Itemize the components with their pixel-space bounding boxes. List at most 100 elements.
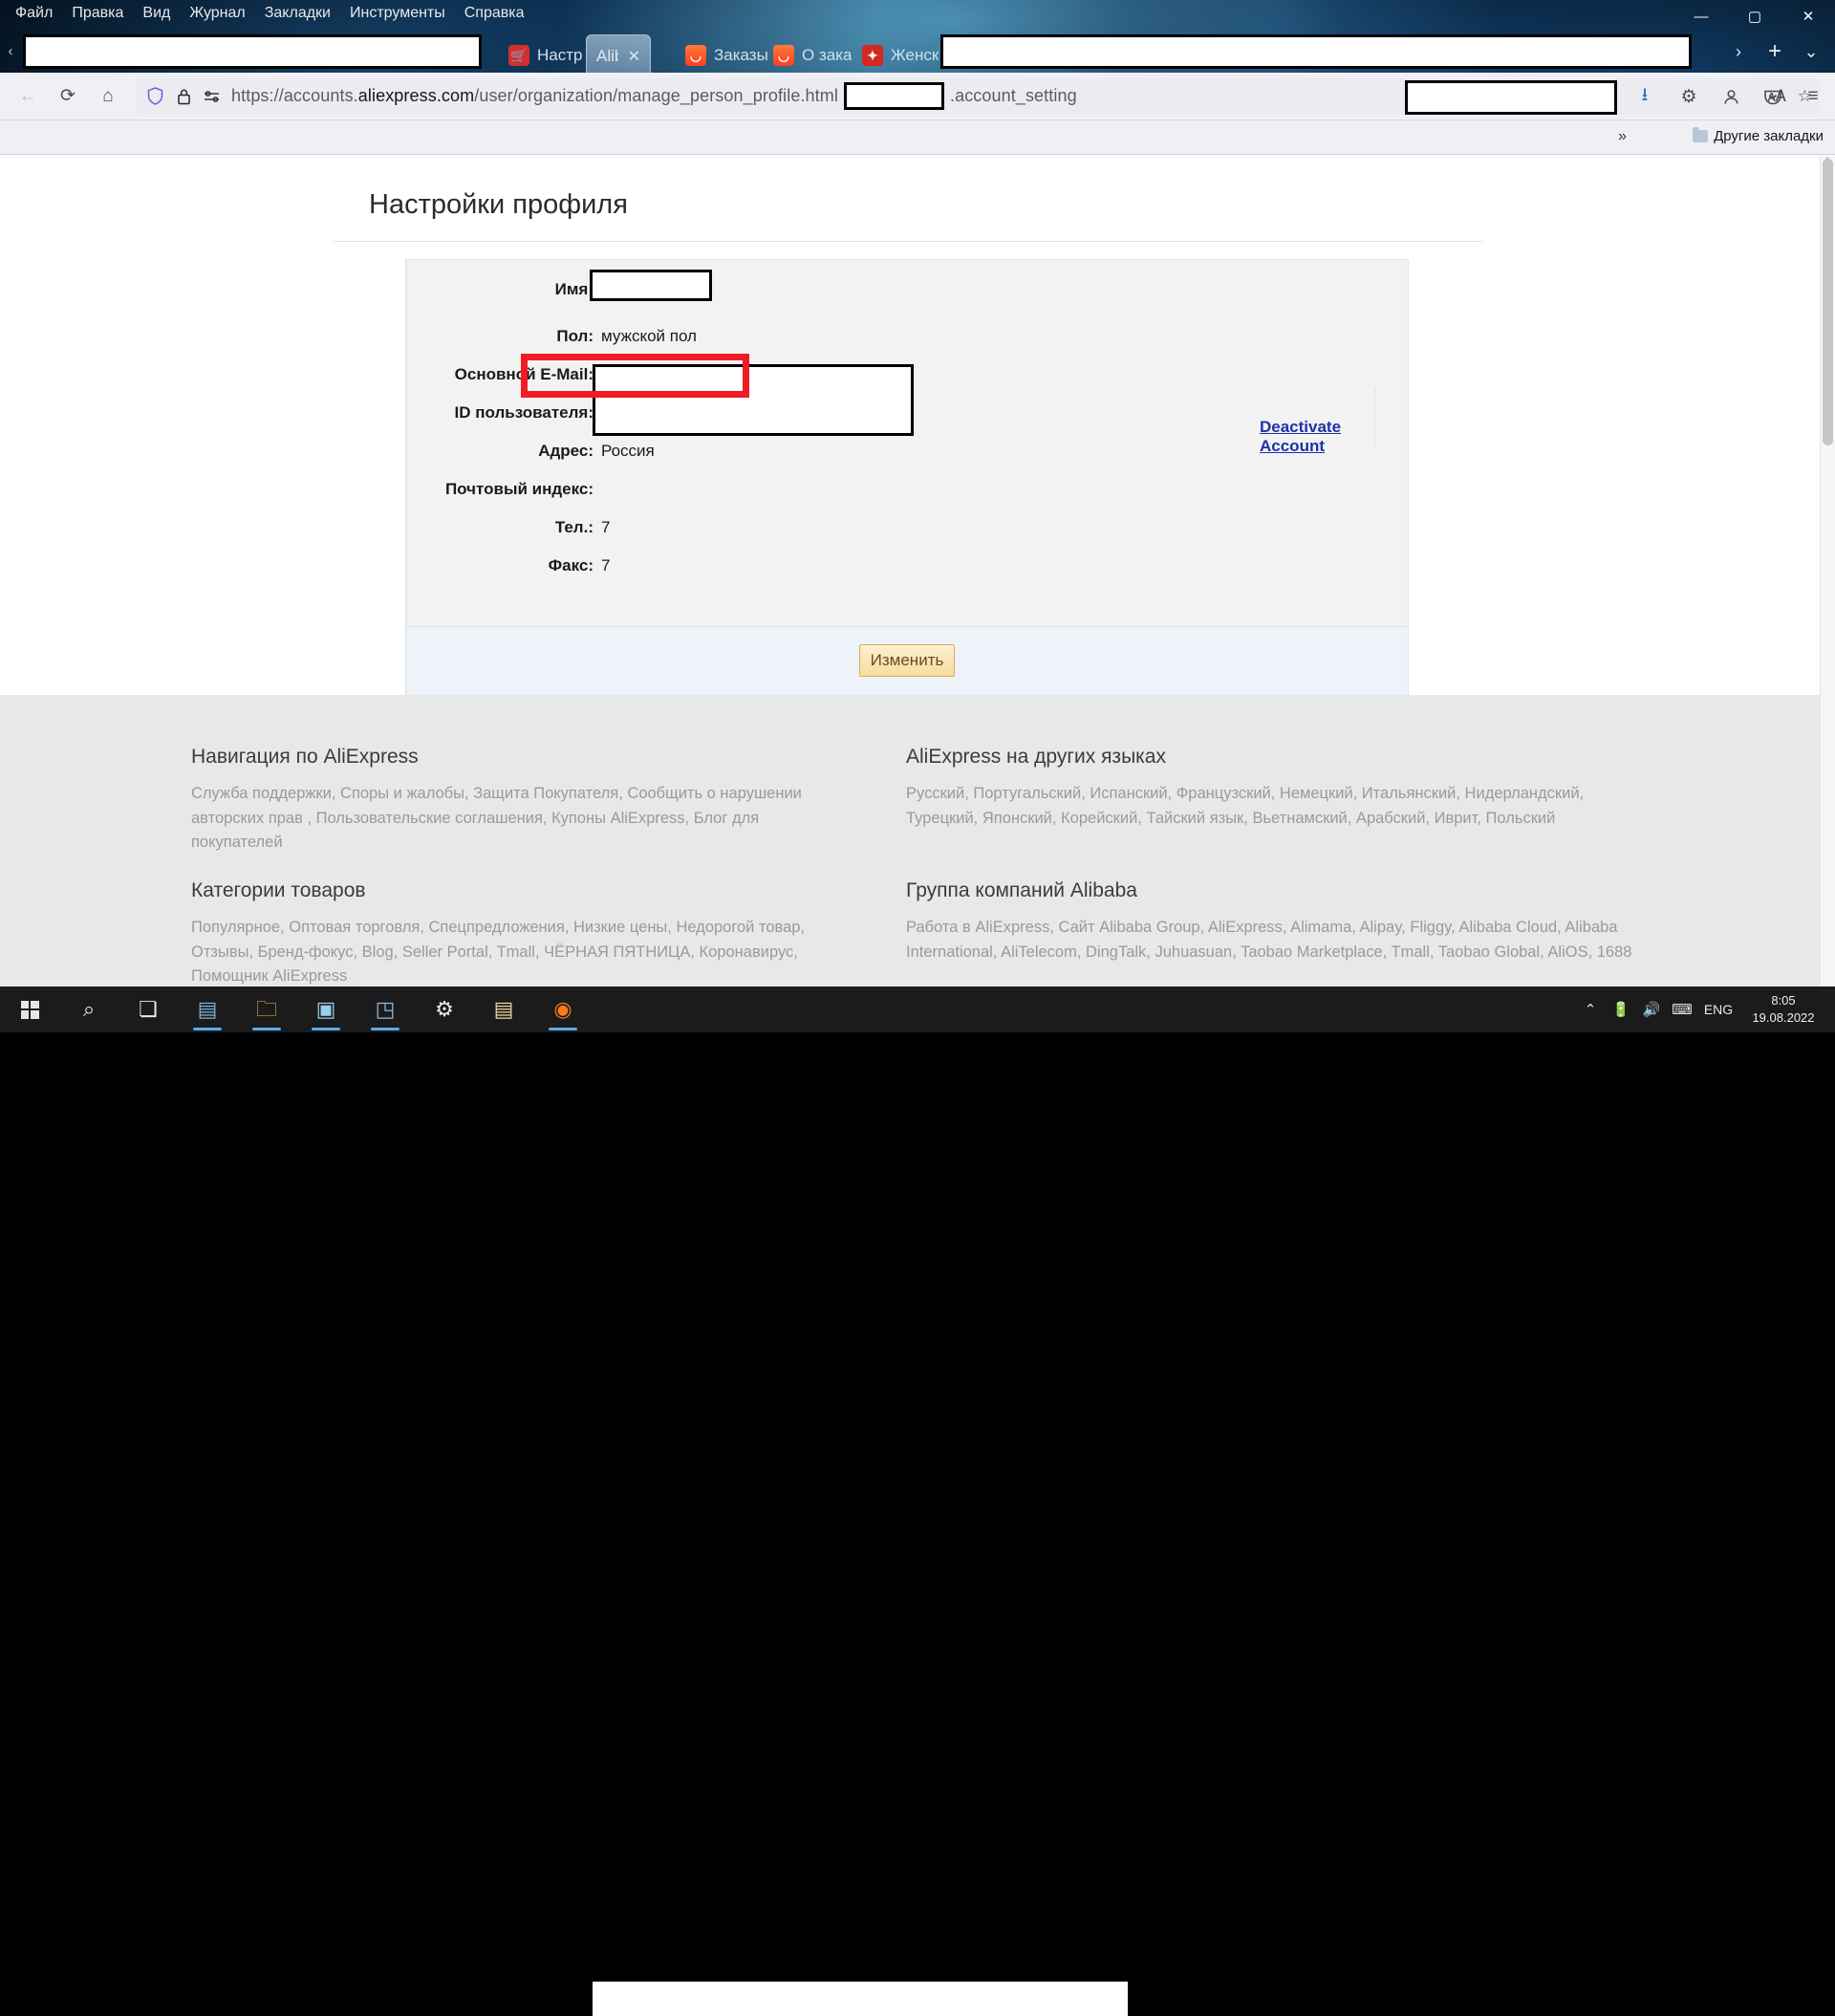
page-scrollbar-thumb[interactable] — [1823, 159, 1833, 445]
menu-item-help[interactable]: Справка — [455, 3, 534, 24]
tab-scroll-right-icon[interactable]: › — [1722, 36, 1755, 67]
field-label-fax: Факс: — [406, 556, 594, 575]
menu-item-view-label: Вид — [142, 5, 170, 21]
tab-o-zakaze[interactable]: ◡ О зака — [762, 36, 863, 75]
account-button[interactable] — [1713, 78, 1749, 115]
page-content: Настройки профиля Имя: Пол: мужской пол … — [0, 155, 1835, 986]
tab-zhenskoe[interactable]: ✦ Женск — [851, 36, 950, 75]
menu-item-tools[interactable]: Инструменты — [340, 3, 455, 24]
tab-label: О зака — [802, 46, 852, 65]
change-button[interactable]: Изменить — [859, 644, 955, 677]
window-minimize-button[interactable]: — — [1674, 0, 1728, 33]
url-path-suffix: .account_setting — [950, 86, 1077, 106]
page-scrollbar-track[interactable]: ▲ — [1820, 155, 1835, 986]
footer-links-text[interactable]: Работа в AliExpress, Сайт Alibaba Group,… — [906, 916, 1632, 965]
clock-time: 8:05 — [1739, 992, 1827, 1009]
field-value-phone: 7 — [601, 518, 610, 537]
footer-links-text[interactable]: Служба поддержки, Споры и жалобы, Защита… — [191, 782, 841, 856]
bookmarks-overflow-label: » — [1618, 128, 1627, 144]
search-icon: ⌕ — [83, 999, 95, 1020]
home-button[interactable]: ⌂ — [90, 78, 126, 115]
pocket-button[interactable] — [1755, 78, 1791, 115]
footer-heading: Категории товаров — [191, 879, 851, 902]
field-row-phone: Тел.: 7 — [406, 518, 1408, 556]
aliexpress-icon: ◡ — [773, 45, 794, 66]
footer-links-text[interactable]: Русский, Португальский, Испанский, Франц… — [906, 782, 1632, 831]
tab-scroll-left-icon[interactable]: ‹ — [2, 40, 19, 61]
tab-close-icon[interactable]: ✕ — [628, 47, 640, 66]
chevron-up-icon: ⌃ — [1585, 1001, 1597, 1018]
shield-icon[interactable] — [145, 87, 164, 105]
window-maximize-button[interactable]: ▢ — [1728, 0, 1781, 33]
windows-taskbar: ⌕ ❏ ▤ 🗀 ▣ ◳ ⚙ ▤ ◉ ⌃ 🔋 🔊 ⌨ ENG 8:05 19.08… — [0, 986, 1835, 1032]
home-icon: ⌂ — [102, 86, 113, 107]
list-all-tabs-button[interactable]: ⌄ — [1795, 36, 1827, 67]
clock[interactable]: 8:05 19.08.2022 — [1739, 992, 1827, 1026]
footer-column-categories: Категории товаров Популярное, Оптовая то… — [191, 879, 851, 986]
site-footer: Навигация по AliExpress Служба поддержки… — [0, 695, 1820, 986]
app-menu-button[interactable]: ≡ — [1795, 78, 1831, 115]
tab-alibaba-active[interactable]: Alibaba ✕ — [586, 34, 651, 76]
window-close-button[interactable]: ✕ — [1781, 0, 1835, 33]
navigation-toolbar: ← ⟳ ⌂ https://accounts.aliexpress.com/us… — [0, 73, 1835, 120]
reload-button[interactable]: ⟳ — [50, 78, 86, 115]
gear-icon: ⚙ — [1680, 86, 1696, 108]
clock-date: 19.08.2022 — [1739, 1009, 1827, 1027]
field-value-address: Россия — [601, 442, 655, 461]
footer-links-text[interactable]: Популярное, Оптовая торговля, Спецпредло… — [191, 916, 851, 986]
extensions-button[interactable]: ⚙ — [1671, 78, 1707, 115]
taskbar-app-file-explorer[interactable]: 🗀 — [237, 986, 296, 1032]
task-view-button[interactable]: ❏ — [119, 986, 178, 1032]
menu-item-edit[interactable]: Правка — [62, 3, 133, 24]
show-hidden-icons-button[interactable]: ⌃ — [1575, 986, 1606, 1032]
menu-item-file[interactable]: Файл — [6, 3, 62, 24]
field-label-userid: ID пользователя: — [406, 403, 594, 423]
taskbar-app-media[interactable]: ▤ — [178, 986, 237, 1032]
field-label-phone: Тел.: — [406, 518, 594, 537]
tab-label: Женск — [891, 46, 939, 65]
menu-item-history[interactable]: Журнал — [180, 3, 254, 24]
back-button[interactable]: ← — [10, 78, 46, 115]
field-row-name: Имя: — [406, 271, 1408, 310]
chevron-down-icon: ⌄ — [1803, 42, 1818, 62]
settings-app-icon: ⚙ — [435, 999, 454, 1020]
lock-icon[interactable] — [174, 88, 193, 105]
new-tab-button[interactable]: + — [1759, 36, 1791, 67]
gender-field-highlight — [521, 354, 749, 398]
back-arrow-icon: ← — [19, 86, 37, 107]
taskbar-app-firefox[interactable]: ◉ — [533, 986, 593, 1032]
taskbar-app-photos[interactable]: ▣ — [296, 986, 356, 1032]
language-indicator[interactable]: ENG — [1697, 1002, 1739, 1017]
taskbar-app-settings[interactable]: ⚙ — [415, 986, 474, 1032]
taskbar-app-store[interactable]: ◳ — [356, 986, 415, 1032]
menu-item-bookmarks[interactable]: Закладки — [255, 3, 340, 24]
deactivate-account-link[interactable]: Deactivate Account — [1260, 418, 1408, 456]
field-value-fax: 7 — [601, 556, 610, 575]
bookmarks-overflow-button[interactable]: » — [1618, 128, 1627, 145]
tab-scroll-right-label: › — [1736, 42, 1741, 62]
footer-heading: Группа компаний Alibaba — [906, 879, 1632, 902]
downloads-button[interactable]: ⭳ — [1627, 78, 1663, 115]
redacted-tabs-overlay — [23, 34, 482, 69]
battery-status-icon[interactable]: 🔋 — [1606, 986, 1636, 1032]
other-bookmarks-folder[interactable]: Другие закладки — [1693, 128, 1824, 144]
menu-item-view[interactable]: Вид — [133, 3, 180, 24]
photos-app-icon: ▣ — [316, 999, 336, 1020]
maximize-icon: ▢ — [1748, 10, 1761, 24]
url-domain: aliexpress.com — [358, 86, 474, 105]
permissions-icon[interactable] — [203, 90, 222, 103]
window-controls: — ▢ ✕ — [1674, 0, 1835, 33]
volume-icon[interactable]: 🔊 — [1636, 986, 1667, 1032]
taskbar-search-button[interactable]: ⌕ — [59, 986, 119, 1032]
field-label-gender: Пол: — [406, 327, 594, 346]
reload-icon: ⟳ — [60, 85, 76, 107]
footer-heading: AliExpress на других языках — [906, 746, 1632, 769]
menu-item-tools-label: Инструменты — [350, 5, 445, 21]
keyboard-layout-icon[interactable]: ⌨ — [1667, 986, 1697, 1032]
taskbar-app-notepad[interactable]: ▤ — [474, 986, 533, 1032]
download-icon: ⭳ — [1642, 81, 1649, 112]
tab-nastroyki[interactable]: 🛒 Настр — [497, 36, 594, 75]
aliexpress-icon: ◡ — [685, 45, 706, 66]
menu-bar: Файл Правка Вид Журнал Закладки Инструме… — [0, 0, 1835, 27]
start-button[interactable] — [0, 986, 59, 1032]
